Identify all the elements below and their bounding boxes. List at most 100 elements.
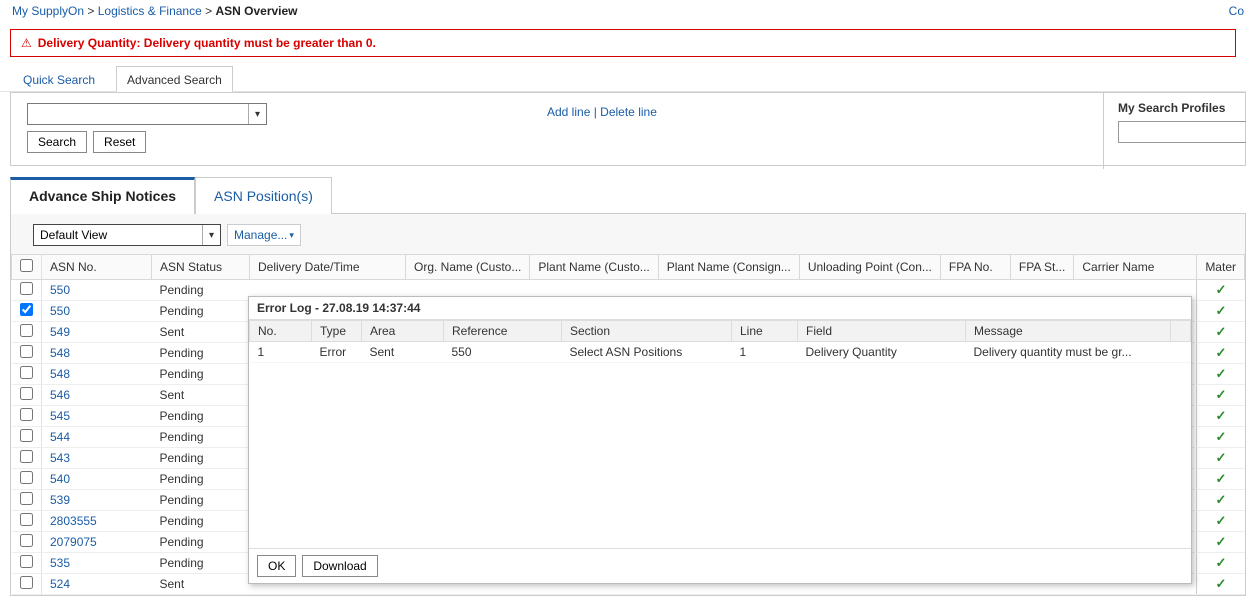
row-checkbox[interactable] — [20, 345, 33, 358]
select-all-checkbox[interactable] — [20, 259, 33, 272]
elog-col-ref[interactable]: Reference — [444, 321, 562, 342]
row-checkbox[interactable] — [20, 303, 33, 316]
chevron-down-icon[interactable]: ▾ — [202, 225, 220, 245]
error-alert: ⚠ Delivery Quantity: Delivery quantity m… — [10, 29, 1236, 57]
check-icon: ✓ — [1215, 387, 1226, 402]
check-icon: ✓ — [1215, 429, 1226, 444]
asn-no-link[interactable]: 543 — [50, 451, 70, 465]
check-icon: ✓ — [1215, 324, 1226, 339]
asn-no-link[interactable]: 540 — [50, 472, 70, 486]
row-checkbox[interactable] — [20, 408, 33, 421]
asn-status: Pending — [152, 469, 250, 490]
delete-line-link[interactable]: Delete line — [600, 105, 657, 119]
elog-col-field[interactable]: Field — [798, 321, 966, 342]
asn-no-link[interactable]: 550 — [50, 283, 70, 297]
error-log-download-button[interactable]: Download — [302, 555, 377, 577]
check-icon: ✓ — [1215, 345, 1226, 360]
col-fpa-st[interactable]: FPA St... — [1010, 255, 1073, 280]
asn-no-link[interactable]: 549 — [50, 325, 70, 339]
top-right-link[interactable]: Co — [1229, 4, 1246, 18]
row-checkbox[interactable] — [20, 387, 33, 400]
row-checkbox[interactable] — [20, 534, 33, 547]
chevron-down-icon[interactable]: ▾ — [248, 104, 266, 124]
row-checkbox[interactable] — [20, 282, 33, 295]
asn-status: Pending — [152, 364, 250, 385]
asn-no-link[interactable]: 539 — [50, 493, 70, 507]
asn-status: Pending — [152, 532, 250, 553]
asn-no-link[interactable]: 548 — [50, 367, 70, 381]
search-tabs: Quick Search Advanced Search — [0, 65, 1246, 92]
col-asn-no[interactable]: ASN No. — [42, 255, 152, 280]
search-panel: ▾ Search Reset Add line | Delete line My… — [10, 92, 1246, 166]
elog-col-area[interactable]: Area — [362, 321, 444, 342]
check-icon: ✓ — [1215, 303, 1226, 318]
tab-advanced-search[interactable]: Advanced Search — [116, 66, 233, 92]
col-delivery[interactable]: Delivery Date/Time — [250, 255, 406, 280]
breadcrumb-l3: ASN Overview — [215, 4, 297, 18]
tab-asn-positions[interactable]: ASN Position(s) — [195, 177, 332, 214]
elog-col-msg[interactable]: Message — [966, 321, 1171, 342]
row-checkbox[interactable] — [20, 555, 33, 568]
view-select-input[interactable] — [34, 225, 202, 245]
row-checkbox[interactable] — [20, 366, 33, 379]
asn-status: Pending — [152, 448, 250, 469]
col-status[interactable]: ASN Status — [152, 255, 250, 280]
elog-col-section[interactable]: Section — [562, 321, 732, 342]
col-plant-cons[interactable]: Plant Name (Consign... — [658, 255, 799, 280]
asn-status: Pending — [152, 301, 250, 322]
asn-no-link[interactable]: 545 — [50, 409, 70, 423]
error-log-title: Error Log - 27.08.19 14:37:44 — [249, 297, 1191, 320]
elog-col-type[interactable]: Type — [312, 321, 362, 342]
row-checkbox[interactable] — [20, 324, 33, 337]
error-log-row[interactable]: 1ErrorSent550Select ASN Positions1Delive… — [250, 342, 1191, 363]
tab-asn[interactable]: Advance Ship Notices — [10, 177, 195, 214]
search-profiles-panel: My Search Profiles — [1103, 93, 1245, 169]
asn-no-link[interactable]: 544 — [50, 430, 70, 444]
search-field-combo[interactable]: ▾ — [27, 103, 267, 125]
row-checkbox[interactable] — [20, 576, 33, 589]
search-field-input[interactable] — [28, 104, 248, 124]
col-fpa-no[interactable]: FPA No. — [940, 255, 1010, 280]
row-checkbox[interactable] — [20, 492, 33, 505]
row-checkbox[interactable] — [20, 429, 33, 442]
asn-status: Sent — [152, 574, 250, 595]
profiles-combo[interactable] — [1118, 121, 1246, 143]
asn-no-link[interactable]: 535 — [50, 556, 70, 570]
asn-status: Pending — [152, 406, 250, 427]
breadcrumb-l2[interactable]: Logistics & Finance — [98, 4, 202, 18]
asn-no-link[interactable]: 550 — [50, 304, 70, 318]
reset-button[interactable]: Reset — [93, 131, 146, 153]
col-carrier[interactable]: Carrier Name — [1074, 255, 1197, 280]
check-icon: ✓ — [1215, 513, 1226, 528]
manage-views-button[interactable]: Manage...▾ — [227, 224, 301, 246]
col-org-cust[interactable]: Org. Name (Custo... — [406, 255, 530, 280]
asn-status: Pending — [152, 511, 250, 532]
asn-no-link[interactable]: 524 — [50, 577, 70, 591]
error-log-ok-button[interactable]: OK — [257, 555, 296, 577]
elog-col-no[interactable]: No. — [250, 321, 312, 342]
check-icon: ✓ — [1215, 450, 1226, 465]
row-checkbox[interactable] — [20, 471, 33, 484]
tab-quick-search[interactable]: Quick Search — [12, 66, 106, 92]
add-line-link[interactable]: Add line — [547, 105, 590, 119]
check-icon: ✓ — [1215, 534, 1226, 549]
asn-status: Sent — [152, 322, 250, 343]
asn-status: Pending — [152, 343, 250, 364]
check-icon: ✓ — [1215, 408, 1226, 423]
breadcrumb-l1[interactable]: My SupplyOn — [12, 4, 84, 18]
asn-no-link[interactable]: 2079075 — [50, 535, 97, 549]
col-unload[interactable]: Unloading Point (Con... — [799, 255, 940, 280]
view-select[interactable]: ▾ — [33, 224, 221, 246]
col-plant-cust[interactable]: Plant Name (Custo... — [530, 255, 658, 280]
row-checkbox[interactable] — [20, 513, 33, 526]
search-button[interactable]: Search — [27, 131, 87, 153]
check-icon: ✓ — [1215, 555, 1226, 570]
asn-no-link[interactable]: 2803555 — [50, 514, 97, 528]
asn-status: Pending — [152, 490, 250, 511]
alert-text: Delivery Quantity: Delivery quantity mus… — [38, 36, 376, 50]
asn-no-link[interactable]: 546 — [50, 388, 70, 402]
elog-col-line[interactable]: Line — [732, 321, 798, 342]
row-checkbox[interactable] — [20, 450, 33, 463]
col-mater[interactable]: Mater — [1197, 255, 1245, 280]
asn-no-link[interactable]: 548 — [50, 346, 70, 360]
